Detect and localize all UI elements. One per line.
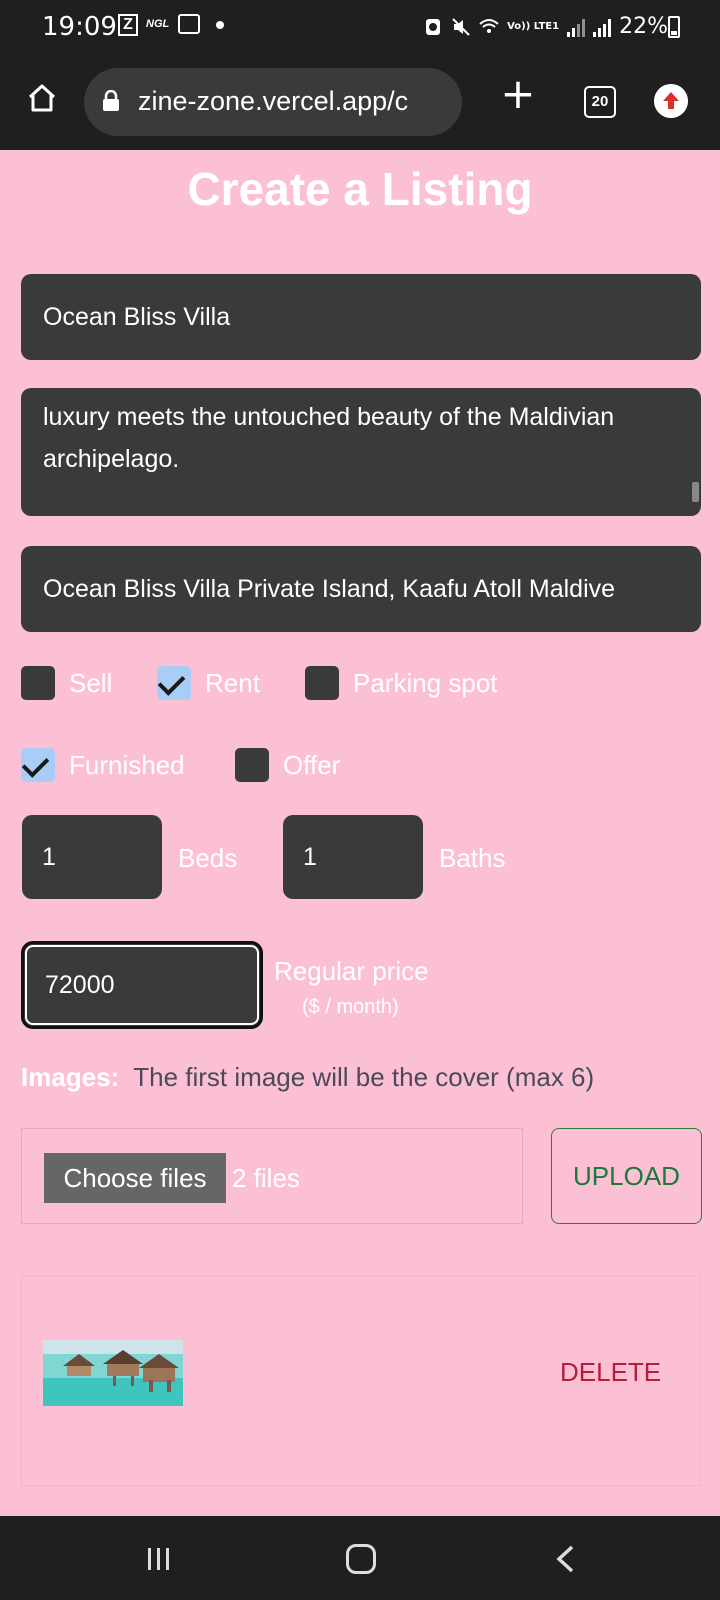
more-notifications-dot bbox=[216, 21, 224, 29]
recent-apps-icon[interactable] bbox=[146, 1546, 172, 1572]
battery-percent: 22% bbox=[619, 14, 668, 39]
update-arrow-icon[interactable] bbox=[654, 84, 688, 118]
wifi-icon bbox=[479, 18, 499, 33]
status-time: 19:09 bbox=[42, 12, 117, 42]
offer-label: Offer bbox=[283, 749, 341, 780]
recycle-icon bbox=[426, 18, 441, 35]
description-textarea[interactable]: luxury meets the untouched beauty of the… bbox=[21, 388, 701, 516]
beds-input[interactable]: 1 bbox=[22, 815, 162, 899]
home-icon[interactable] bbox=[26, 82, 58, 114]
images-hint: The first image will be the cover (max 6… bbox=[133, 1062, 595, 1092]
tab-count-button[interactable]: 20 bbox=[584, 86, 616, 118]
furnished-label: Furnished bbox=[69, 749, 185, 780]
sell-label: Sell bbox=[69, 667, 113, 698]
regular-price-input[interactable]: 72000 bbox=[21, 941, 263, 1029]
images-label: Images: bbox=[21, 1062, 120, 1092]
baths-label: Baths bbox=[439, 843, 506, 873]
new-tab-icon[interactable]: + bbox=[500, 73, 536, 115]
address-input[interactable]: Ocean Bliss Villa Private Island, Kaafu … bbox=[21, 546, 701, 632]
regular-price-label: Regular price bbox=[274, 956, 429, 986]
page-title: Create a Listing bbox=[187, 163, 533, 215]
uploaded-image-row: DELETE bbox=[21, 1276, 701, 1486]
checkbox-offer[interactable]: Offer bbox=[235, 748, 340, 782]
address-bar[interactable]: zine-zone.vercel.app/c bbox=[84, 68, 462, 136]
checkbox-furnished[interactable]: Furnished bbox=[21, 748, 185, 782]
textarea-scrollbar[interactable] bbox=[692, 482, 699, 502]
home-nav-icon[interactable] bbox=[346, 1544, 376, 1574]
checkbox-sell[interactable]: Sell bbox=[21, 666, 112, 700]
checkbox-rent[interactable]: Rent bbox=[157, 666, 260, 700]
checkbox-parking-spot[interactable]: Parking spot bbox=[305, 666, 498, 700]
signal-icon-2 bbox=[593, 17, 612, 37]
offer-checkbox[interactable] bbox=[235, 748, 269, 782]
parking-spot-label: Parking spot bbox=[353, 667, 498, 698]
files-count: 2 files bbox=[232, 1163, 300, 1193]
status-bar: 19:09 Z NGL Vo)) LTE1 22% bbox=[0, 0, 720, 54]
gallery-notification-icon bbox=[178, 14, 200, 34]
ngl-notification-icon: NGL bbox=[146, 18, 170, 30]
baths-input[interactable]: 1 bbox=[283, 815, 423, 899]
choose-files-button[interactable]: Choose files bbox=[44, 1153, 226, 1203]
status-icons: Vo)) LTE1 22% bbox=[423, 14, 668, 39]
system-nav-bar bbox=[0, 1516, 720, 1600]
lte-indicator: Vo)) LTE1 bbox=[507, 21, 560, 32]
battery-icon bbox=[668, 16, 680, 38]
rent-label: Rent bbox=[205, 667, 260, 698]
villa-thumbnail-image bbox=[43, 1340, 183, 1406]
lock-icon bbox=[103, 90, 119, 111]
beds-label: Beds bbox=[178, 843, 238, 873]
url-text: zine-zone.vercel.app/c bbox=[138, 86, 409, 116]
furnished-checkbox[interactable] bbox=[21, 748, 55, 782]
file-input[interactable]: Choose files 2 files bbox=[21, 1128, 523, 1224]
signal-icon-1 bbox=[567, 17, 586, 37]
upload-button[interactable]: UPLOAD bbox=[551, 1128, 702, 1224]
browser-toolbar: zine-zone.vercel.app/c + 20 bbox=[0, 54, 720, 150]
delete-image-button[interactable]: DELETE bbox=[560, 1357, 661, 1388]
parking-spot-checkbox[interactable] bbox=[305, 666, 339, 700]
images-instructions: Images: The first image will be the cove… bbox=[21, 1062, 594, 1093]
back-icon[interactable] bbox=[552, 1544, 578, 1574]
listing-name-input[interactable]: Ocean Bliss Villa bbox=[21, 274, 701, 360]
mute-icon bbox=[452, 17, 470, 36]
price-unit-label: ($ / month) bbox=[302, 996, 399, 1018]
sell-checkbox[interactable] bbox=[21, 666, 55, 700]
description-text: luxury meets the untouched beauty of the… bbox=[43, 403, 615, 473]
z-notification-icon: Z bbox=[118, 14, 138, 36]
rent-checkbox[interactable] bbox=[157, 666, 191, 700]
